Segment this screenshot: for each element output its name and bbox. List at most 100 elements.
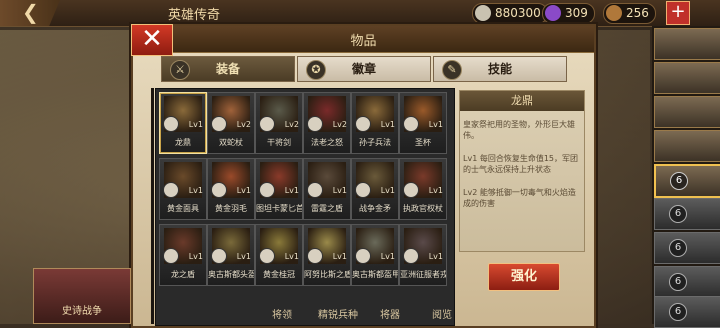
item-level: Lv2 bbox=[236, 120, 251, 129]
building-slot[interactable]: 6 bbox=[654, 266, 720, 298]
item-slot[interactable]: Lv1 黄金羽毛 bbox=[207, 158, 255, 220]
enhance-button[interactable]: 强化 bbox=[488, 263, 560, 291]
item-slot[interactable]: Lv1 圣杯 bbox=[399, 92, 447, 154]
back-button[interactable]: ❮ bbox=[0, 0, 60, 26]
item-level: Lv1 bbox=[380, 120, 395, 129]
item-slot[interactable]: Lv2 双蛇杖 bbox=[207, 92, 255, 154]
item-level: Lv1 bbox=[380, 252, 395, 261]
item-level: Lv1 bbox=[284, 252, 299, 261]
item-slot[interactable]: Lv1 黄金桂冠 bbox=[255, 224, 303, 286]
item-slot[interactable]: Lv1 执政官权杖 bbox=[399, 158, 447, 220]
item-slot[interactable]: Lv1 图坦卡蒙匕首 bbox=[255, 158, 303, 220]
item-slot[interactable]: Lv1 黄金面具 bbox=[159, 158, 207, 220]
badge-icon: ✪ bbox=[306, 60, 326, 80]
item-level: Lv1 bbox=[332, 186, 347, 195]
item-name: 奥古斯都盔甲 bbox=[352, 270, 398, 279]
item-slot[interactable]: Lv1 亚洲征服者戎装 bbox=[399, 224, 447, 286]
building-slot[interactable]: 6 bbox=[654, 198, 720, 230]
detail-description: 皇家祭祀用的圣物，外形巨大雄伟。 bbox=[463, 120, 575, 140]
close-button[interactable]: ✕ bbox=[131, 24, 173, 56]
item-panel: 物品 ✕ ⚔ 装备 ✪ 徽章 ✎ 技能 Lv1 龙鼎 Lv2 双蛇杖 Lv2 干将剑 Lv2… bbox=[131, 24, 596, 328]
nav-gear[interactable]: 将器 bbox=[380, 306, 400, 321]
item-slot[interactable]: Lv1 龙鼎 bbox=[159, 92, 207, 154]
hero-avatar-icon bbox=[259, 248, 275, 264]
item-slot[interactable]: Lv1 龙之盾 bbox=[159, 224, 207, 286]
silver-coin-icon bbox=[475, 5, 491, 21]
item-name: 干将剑 bbox=[267, 138, 291, 147]
food-value: 256 bbox=[626, 6, 649, 20]
purple-gem-icon bbox=[545, 5, 561, 21]
item-slot[interactable]: Lv1 雷霆之盾 bbox=[303, 158, 351, 220]
item-level: Lv1 bbox=[284, 186, 299, 195]
item-name: 奥古斯都头盔 bbox=[208, 270, 254, 279]
building-slot[interactable] bbox=[654, 28, 720, 60]
item-level: Lv1 bbox=[236, 186, 251, 195]
item-level: Lv1 bbox=[428, 186, 443, 195]
item-slot[interactable]: Lv1 奥古斯都头盔 bbox=[207, 224, 255, 286]
item-slot[interactable]: Lv1 战争金矛 bbox=[351, 158, 399, 220]
building-slot[interactable]: 6 bbox=[654, 232, 720, 264]
nav-reading[interactable]: 阅览 bbox=[432, 306, 452, 321]
item-slot[interactable]: Lv2 法老之怒 bbox=[303, 92, 351, 154]
building-level-badge: 6 bbox=[669, 239, 687, 257]
epic-war-event-button[interactable]: 史诗战争 bbox=[33, 268, 131, 324]
silver-value: 880300 bbox=[495, 6, 541, 20]
tab-equipment[interactable]: ⚔ 装备 bbox=[161, 56, 295, 82]
hero-avatar-icon bbox=[307, 182, 323, 198]
item-slot[interactable]: Lv1 奥古斯都盔甲 bbox=[351, 224, 399, 286]
item-name: 执政官权杖 bbox=[403, 204, 443, 213]
item-level: Lv1 bbox=[236, 252, 251, 261]
building-slot[interactable] bbox=[654, 62, 720, 94]
scrollbar[interactable] bbox=[151, 88, 154, 324]
building-slot[interactable]: 6 bbox=[654, 164, 720, 198]
item-level: Lv2 bbox=[284, 120, 299, 129]
hero-avatar-icon bbox=[163, 182, 179, 198]
hero-avatar-icon bbox=[211, 116, 227, 132]
add-resource-button[interactable]: + bbox=[666, 1, 690, 25]
hero-avatar-icon bbox=[259, 182, 275, 198]
top-bar: ❮ 英雄传奇 880300 309 256 + bbox=[0, 0, 720, 27]
tab-label: 技能 bbox=[487, 62, 512, 76]
building-slot[interactable]: 6 bbox=[654, 296, 720, 328]
building-level-badge: 6 bbox=[669, 303, 687, 321]
tab-bar: ⚔ 装备 ✪ 徽章 ✎ 技能 bbox=[161, 56, 591, 82]
tab-badges[interactable]: ✪ 徽章 bbox=[297, 56, 431, 82]
item-name: 黄金羽毛 bbox=[215, 204, 247, 213]
item-level: Lv1 bbox=[428, 120, 443, 129]
item-detail-panel: 龙鼎 皇家祭祀用的圣物，外形巨大雄伟。 Lv1 每回合恢复生命值15，军团的士气… bbox=[459, 90, 585, 252]
item-name: 龙鼎 bbox=[175, 138, 191, 147]
item-level: Lv1 bbox=[188, 120, 203, 129]
detail-effect-lv2: Lv2 能够抵御一切毒气和火焰造成的伤害 bbox=[463, 188, 576, 208]
scroll-icon: ✎ bbox=[442, 60, 462, 80]
back-arrow-icon: ❮ bbox=[22, 0, 39, 24]
item-name: 雷霆之盾 bbox=[311, 204, 343, 213]
item-name: 法老之怒 bbox=[311, 138, 343, 147]
building-slot[interactable] bbox=[654, 96, 720, 128]
item-level: Lv2 bbox=[332, 120, 347, 129]
item-name: 圣杯 bbox=[415, 138, 431, 147]
building-slot[interactable] bbox=[654, 130, 720, 162]
hero-avatar-icon bbox=[259, 116, 275, 132]
item-slot[interactable]: Lv1 阿努比斯之盾 bbox=[303, 224, 351, 286]
item-name: 战争金矛 bbox=[359, 204, 391, 213]
hero-avatar-icon bbox=[355, 116, 371, 132]
close-icon: ✕ bbox=[141, 24, 163, 54]
tab-label: 徽章 bbox=[351, 62, 376, 76]
item-slot[interactable]: Lv2 干将剑 bbox=[255, 92, 303, 154]
hero-avatar-icon bbox=[403, 182, 419, 198]
item-slot[interactable]: Lv1 孙子兵法 bbox=[351, 92, 399, 154]
nav-generals[interactable]: 将领 bbox=[272, 306, 292, 321]
hero-avatar-icon bbox=[211, 182, 227, 198]
detail-title: 龙鼎 bbox=[460, 91, 584, 111]
item-name: 双蛇杖 bbox=[219, 138, 243, 147]
detail-effect-lv1: Lv1 每回合恢复生命值15，军团的士气永远保持上升状态 bbox=[463, 154, 579, 174]
nav-elite-troops[interactable]: 精锐兵种 bbox=[318, 306, 358, 321]
event-label: 史诗战争 bbox=[62, 306, 102, 317]
item-name: 阿努比斯之盾 bbox=[304, 270, 350, 279]
item-level: Lv1 bbox=[380, 186, 395, 195]
tab-skills[interactable]: ✎ 技能 bbox=[433, 56, 567, 82]
hero-avatar-icon bbox=[403, 116, 419, 132]
hero-avatar-icon bbox=[211, 248, 227, 264]
hero-avatar-icon bbox=[355, 248, 371, 264]
item-level: Lv1 bbox=[428, 252, 443, 261]
